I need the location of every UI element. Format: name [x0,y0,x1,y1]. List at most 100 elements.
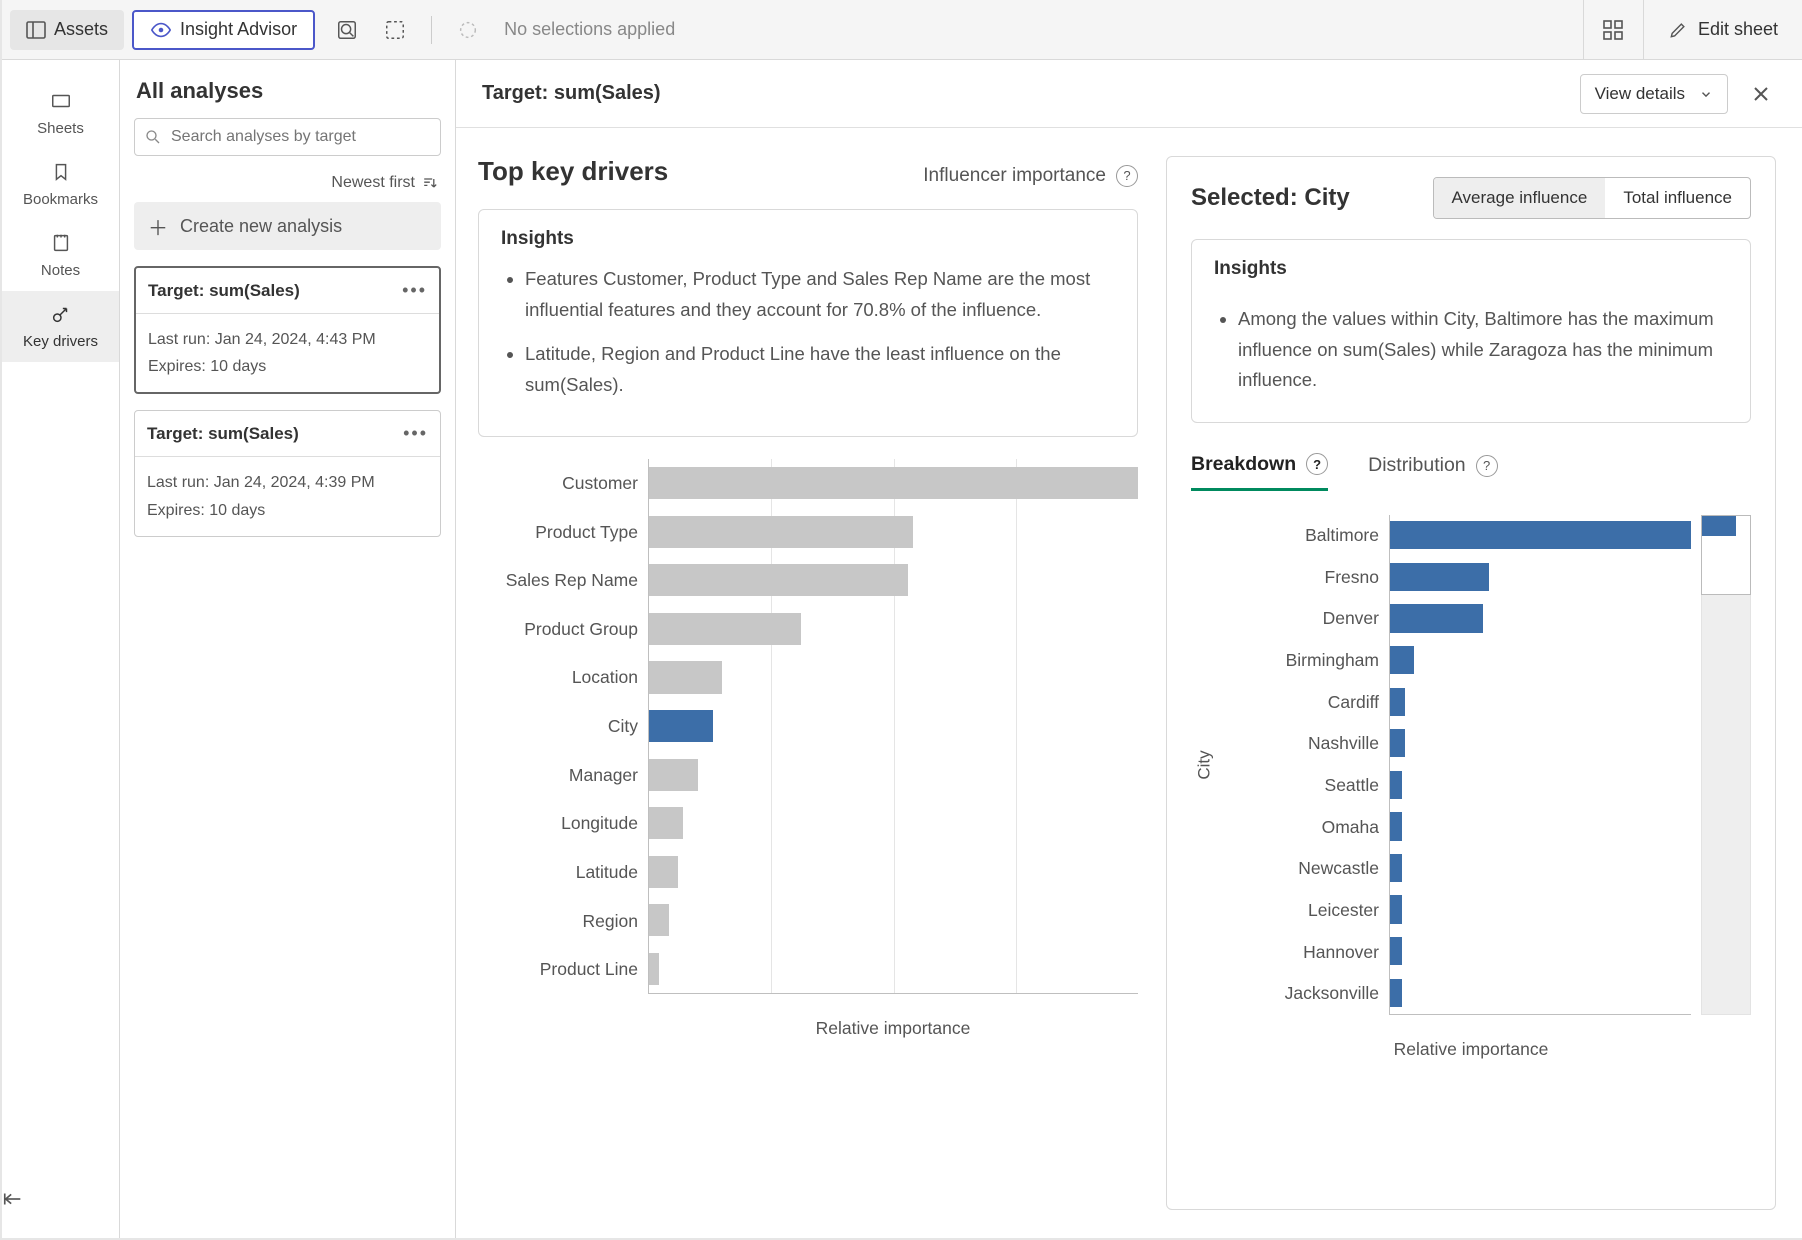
pencil-icon [1668,20,1688,40]
eye-icon [150,19,172,41]
main: Target: sum(Sales) View details Top key … [456,60,1802,1238]
collapse-nav-button[interactable] [2,1170,119,1238]
bar-label: Baltimore [1219,515,1389,557]
assets-button[interactable]: Assets [10,10,124,50]
clear-select-icon[interactable] [456,18,480,42]
chart-bar[interactable] [1390,729,1405,757]
xaxis-label: Relative importance [648,1018,1138,1039]
chart-bar[interactable] [1390,604,1483,632]
breakdown-chart[interactable]: City BaltimoreFresnoDenverBirminghamCard… [1191,515,1751,1015]
close-button[interactable] [1746,79,1776,109]
bar-label: Product Line [478,945,648,994]
no-selections-text: No selections applied [504,19,675,40]
chart-bar[interactable] [1390,854,1402,882]
key-drivers-chart[interactable]: CustomerProduct TypeSales Rep NameProduc… [478,459,1138,1039]
analyses-title: All analyses [136,78,439,104]
bar-label: Denver [1219,598,1389,640]
bar-label: Birmingham [1219,640,1389,682]
chart-bar[interactable] [1390,688,1405,716]
minimap[interactable] [1691,515,1751,1015]
sheets-icon [50,90,72,112]
card-menu-button[interactable]: ••• [403,423,428,444]
total-influence-option[interactable]: Total influence [1605,178,1750,218]
collapse-icon [2,1190,24,1208]
bar-label: Fresno [1219,556,1389,598]
chart-bar[interactable] [649,953,659,985]
nav-bookmarks[interactable]: Bookmarks [2,149,119,220]
chart-bar[interactable] [1390,979,1402,1007]
selected-insights-box: Insights Among the values within City, B… [1191,239,1751,423]
chart-bar[interactable] [1390,521,1691,549]
bar-label: Cardiff [1219,681,1389,723]
bar-label: Customer [478,459,648,508]
chart-bar[interactable] [649,516,913,548]
chart-bar[interactable] [649,904,669,936]
card-menu-button[interactable]: ••• [402,280,427,301]
bar-label: Jacksonville [1219,973,1389,1015]
bar-label: Seattle [1219,765,1389,807]
chart-bar[interactable] [649,467,1138,499]
avg-influence-option[interactable]: Average influence [1434,178,1606,218]
plus-icon: ＋ [148,212,168,241]
chart-bar[interactable] [649,613,801,645]
chart-bar[interactable] [1390,895,1402,923]
sort-control[interactable]: Newest first [134,174,437,192]
analyses-panel: All analyses Newest first ＋ Create new a… [120,60,456,1238]
close-icon [1751,84,1771,104]
xaxis-label: Relative importance [1191,1039,1751,1060]
analysis-card[interactable]: Target: sum(Sales) ••• Last run: Jan 24,… [134,266,441,394]
page-title: Target: sum(Sales) [482,82,661,105]
influence-toggle[interactable]: Average influence Total influence [1433,177,1751,219]
lasso-select-icon[interactable] [335,18,359,42]
help-icon[interactable]: ? [1306,453,1328,475]
edit-sheet-button[interactable]: Edit sheet [1643,0,1802,60]
view-details-button[interactable]: View details [1580,74,1728,114]
nav-key-drivers[interactable]: Key drivers [2,291,119,362]
topbar: Assets Insight Advisor No selections app… [2,0,1802,60]
chart-bar[interactable] [649,759,698,791]
grid-view-button[interactable] [1583,0,1643,60]
chart-bar[interactable] [649,710,713,742]
key-drivers-section: Top key drivers Influencer importance ? … [478,156,1138,1210]
notes-icon [50,232,72,254]
bar-label: Nashville [1219,723,1389,765]
bar-label: Omaha [1219,806,1389,848]
tab-breakdown[interactable]: Breakdown ? [1191,453,1328,491]
selected-title: Selected: City [1191,184,1350,212]
assets-label: Assets [54,19,108,40]
chart-bar[interactable] [1390,563,1489,591]
chart-bar[interactable] [649,661,722,693]
search-input[interactable] [134,118,441,156]
chart-bar[interactable] [1390,646,1414,674]
bar-label: Region [478,897,648,946]
nav-notes[interactable]: Notes [2,220,119,291]
card-expires: Expires: 10 days [147,497,428,524]
search-icon [144,128,162,146]
rect-select-icon[interactable] [383,18,407,42]
insight-label: Insight Advisor [180,19,297,40]
chart-bar[interactable] [649,564,908,596]
bar-label: Sales Rep Name [478,556,648,605]
help-icon[interactable]: ? [1116,165,1138,187]
chart-bar[interactable] [649,807,683,839]
key-drivers-title: Top key drivers [478,156,668,187]
chart-bar[interactable] [1390,937,1402,965]
chart-bar[interactable] [649,856,678,888]
bar-label: City [478,702,648,751]
insights-box: Insights Features Customer, Product Type… [478,209,1138,437]
yaxis-label: City [1195,750,1215,779]
nav-sheets[interactable]: Sheets [2,78,119,149]
influencer-importance-label: Influencer importance [923,165,1106,187]
chart-bar[interactable] [1390,771,1402,799]
create-analysis-button[interactable]: ＋ Create new analysis [134,202,441,250]
help-icon[interactable]: ? [1476,455,1498,477]
bar-label: Location [478,654,648,703]
insight-advisor-button[interactable]: Insight Advisor [132,10,315,50]
selected-panel: Selected: City Average influence Total i… [1166,156,1776,1210]
analysis-card[interactable]: Target: sum(Sales) ••• Last run: Jan 24,… [134,410,441,536]
tab-distribution[interactable]: Distribution ? [1368,453,1498,491]
sort-icon [421,175,437,191]
insights-heading: Insights [501,228,1115,250]
chart-bar[interactable] [1390,812,1402,840]
bar-label: Product Group [478,605,648,654]
